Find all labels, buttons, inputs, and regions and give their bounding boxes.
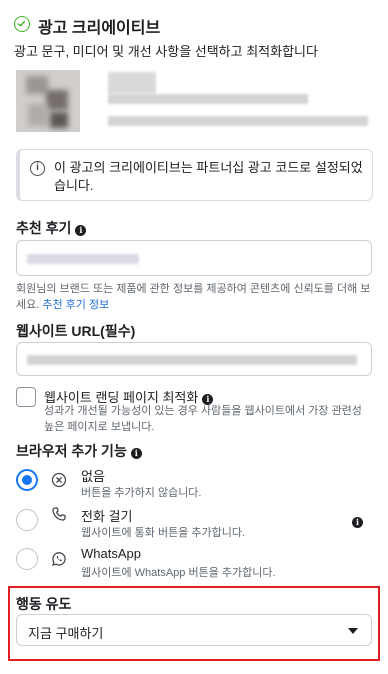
option-call-title: 전화 걸기 — [81, 509, 133, 524]
call-to-action-label: 행동 유도 — [16, 596, 72, 612]
radio-whatsapp[interactable] — [16, 548, 38, 570]
account-detail-redacted — [108, 116, 368, 126]
phone-icon — [52, 507, 66, 521]
radio-call[interactable] — [16, 509, 38, 531]
section-subtitle: 광고 문구, 미디어 및 개선 사항을 선택하고 최적화합니다 — [14, 44, 318, 59]
radio-none[interactable] — [16, 469, 38, 491]
notice-text: 이 광고의 크리에이티브는 파트너십 광고 코드로 설정되었습니다. — [54, 160, 363, 193]
option-none-subtitle: 버튼을 추가하지 않습니다. — [81, 487, 202, 499]
website-url-label: 웹사이트 URL(필수) — [16, 323, 136, 339]
option-call-subtitle: 웹사이트에 통화 버튼을 추가합니다. — [81, 527, 246, 539]
recommendation-label-text: 추천 후기 — [16, 220, 72, 236]
check-circle-icon — [14, 16, 30, 32]
recommendation-field[interactable] — [16, 240, 372, 276]
landing-optimization-checkbox[interactable] — [16, 387, 36, 407]
partnership-notice: i 이 광고의 크리에이티브는 파트너십 광고 코드로 설정되었습니다. — [16, 149, 373, 201]
call-to-action-value: 지금 구매하기 — [28, 626, 104, 641]
option-none-title: 없음 — [81, 469, 105, 484]
call-to-action-select[interactable]: 지금 구매하기 — [16, 614, 372, 646]
whatsapp-icon — [52, 552, 66, 566]
caret-down-icon — [348, 628, 358, 634]
recommendation-label: 추천 후기 i — [16, 218, 87, 238]
info-icon: i — [30, 161, 45, 176]
section-title: 광고 크리에이티브 — [38, 20, 161, 37]
browser-addon-label-text: 브라우저 추가 기능 — [16, 443, 127, 459]
website-url-redacted — [27, 355, 357, 365]
recommendation-help: 회원님의 브랜드 또는 제품에 관한 정보를 제공하여 콘텐츠에 신뢰도를 더해… — [16, 281, 374, 313]
option-whatsapp-title: WhatsApp — [81, 546, 141, 561]
landing-optimization-description: 성과가 개선될 가능성이 있는 경우 사람들을 웹사이트에서 가장 관련성 높은… — [44, 405, 362, 433]
media-thumbnail[interactable] — [16, 70, 80, 132]
website-url-input[interactable] — [16, 342, 372, 376]
account-detail-redacted — [108, 94, 308, 104]
account-name-redacted — [108, 72, 156, 94]
info-icon[interactable]: i — [130, 448, 142, 459]
close-circle-icon — [51, 472, 67, 488]
info-icon[interactable]: i — [352, 517, 363, 528]
recommendation-value-redacted — [27, 254, 139, 264]
recommendation-info-link[interactable]: 추천 후기 정보 — [42, 299, 109, 311]
info-icon[interactable]: i — [75, 225, 87, 236]
option-whatsapp-subtitle: 웹사이트에 WhatsApp 버튼을 추가합니다. — [81, 567, 276, 579]
browser-addon-label: 브라우저 추가 기능 i — [16, 441, 142, 461]
